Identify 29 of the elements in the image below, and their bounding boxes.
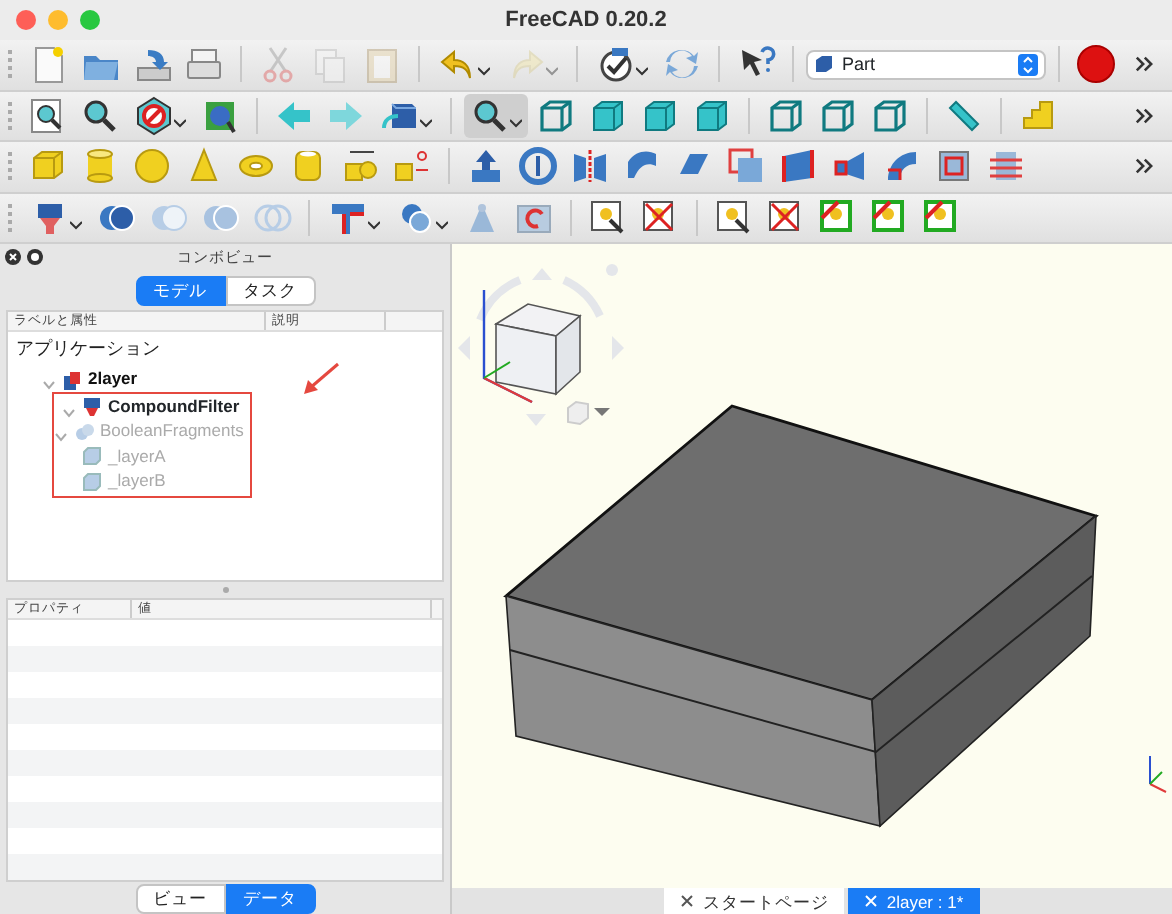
record-icon[interactable]: [1072, 42, 1120, 87]
document-tab[interactable]: 2layer : 1*: [848, 888, 980, 914]
solid-icon: [82, 446, 102, 467]
tab[interactable]: モデル: [135, 275, 225, 306]
cube-icon: [814, 51, 834, 78]
tab[interactable]: タスク: [225, 275, 315, 306]
window-title: FreeCAD 0.20.2: [505, 5, 667, 36]
close-button[interactable]: [16, 10, 36, 30]
float-icon[interactable]: [26, 248, 44, 266]
tree-root-label: アプリケーション: [14, 335, 162, 362]
tree-item[interactable]: CompoundFilter: [108, 393, 240, 420]
zoom-icon[interactable]: [464, 93, 528, 138]
tree-item[interactable]: 2layer: [88, 366, 138, 393]
tab[interactable]: ビュー: [135, 883, 225, 913]
solid-icon: [82, 471, 102, 492]
workbench-label: Part: [842, 51, 878, 77]
revolve-icon[interactable]: [514, 144, 562, 189]
filter-icon: [82, 396, 102, 417]
document-icon: [62, 369, 82, 390]
tab[interactable]: データ: [225, 883, 315, 913]
close-icon[interactable]: [4, 248, 22, 266]
fragments-icon: [74, 421, 94, 442]
axis-icon: [1149, 755, 1167, 793]
document-tab[interactable]: スタートページ: [664, 888, 845, 914]
stepper-icon: [1018, 51, 1038, 78]
close-icon[interactable]: [680, 894, 695, 908]
splitter-handle[interactable]: [221, 586, 229, 595]
navigation-cube-drawing[interactable]: [458, 264, 624, 426]
workbench-dropdown[interactable]: Part: [806, 49, 1046, 80]
